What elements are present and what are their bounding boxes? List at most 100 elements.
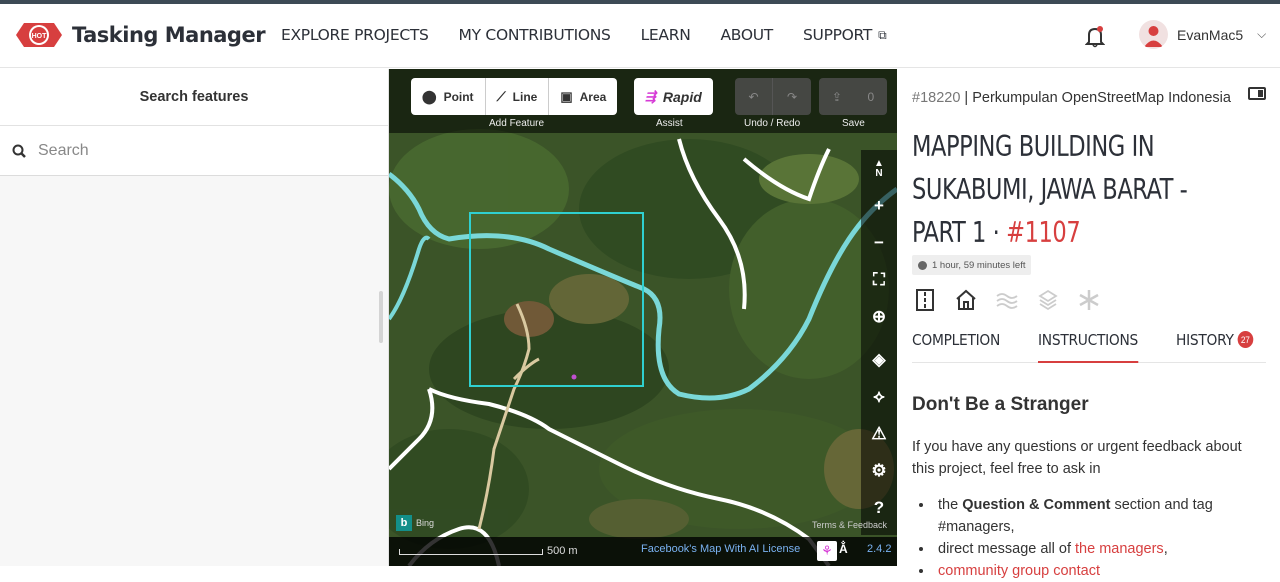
land-use-icon [1038, 289, 1058, 311]
clock-icon [918, 260, 927, 270]
community-group-link[interactable]: community group contact [938, 563, 1100, 579]
user-menu[interactable]: EvanMac5 ⌵ [1139, 20, 1266, 49]
preferences-icon[interactable]: ⚙ [861, 452, 897, 489]
bullet2-post: , [1163, 541, 1168, 557]
ai-license-link[interactable]: Facebook's Map With AI License [641, 543, 800, 555]
undo-icon[interactable]: ↶ [735, 78, 773, 115]
history-count-badge: 27 [1237, 331, 1254, 348]
zoom-to-selection-icon[interactable]: ⛶ [861, 261, 897, 298]
nav-support[interactable]: SUPPORT ⧉ [802, 26, 887, 44]
project-title: MAPPING BUILDING IN SUKABUMI, JAWA BARAT… [912, 125, 1220, 254]
search-box [0, 126, 388, 176]
task-number: #1107 [1006, 216, 1081, 249]
tab-history[interactable]: HISTORY 27 [1176, 331, 1254, 363]
editor-toolbar: ⬤ Point ⟋ Line ▣ Area Add Feature ⇶ Rapid As… [389, 69, 897, 133]
managers-link[interactable]: the managers [1075, 541, 1164, 557]
bing-attribution: b Bing [396, 515, 434, 531]
zoom-out-button[interactable]: − [861, 224, 897, 261]
waterways-icon [996, 293, 1018, 309]
panel-tabs: COMPLETION INSTRUCTIONS HISTORY 27 [912, 331, 1266, 363]
version-label: 2.4.2 [867, 543, 892, 555]
instructions-content: Don't Be a Stranger If you have any ques… [912, 394, 1267, 582]
compass-north-button[interactable]: ▲ N [861, 150, 897, 187]
area-button[interactable]: ▣ Area [549, 78, 617, 115]
chevron-down-icon: ⌵ [1257, 27, 1267, 41]
nav-support-label: SUPPORT [802, 26, 873, 44]
upload-icon: ⇪ [831, 89, 842, 104]
map-data-icon[interactable]: ⟡ [861, 378, 897, 415]
app-name: Tasking Manager [72, 23, 266, 47]
line-button[interactable]: ⟋ Line [486, 78, 550, 115]
scale-bar [399, 549, 543, 555]
feature-search-panel: Search features [0, 69, 389, 566]
svg-text:HOT: HOT [32, 33, 48, 40]
list-item: direct message all of the managers, [934, 538, 1267, 560]
top-navbar: HOT Tasking Manager EXPLORE PROJECTS MY … [0, 4, 1280, 68]
notifications-bell-icon[interactable] [1085, 26, 1105, 48]
map-editor[interactable]: ⬤ Point ⟋ Line ▣ Area Add Feature ⇶ Rapid As… [389, 69, 897, 566]
save-button[interactable]: ⇪ 0 [819, 78, 887, 115]
redo-icon[interactable]: ↷ [773, 78, 811, 115]
rapid-label-wrap: ⇶ Rapid [634, 78, 713, 115]
north-arrow-icon: ▲ [874, 157, 884, 169]
avatar [1139, 20, 1168, 49]
bullet1-bold: Question & Comment [962, 497, 1111, 513]
panel-resize-handle[interactable] [379, 291, 383, 343]
tab-instructions[interactable]: INSTRUCTIONS [1037, 331, 1138, 363]
geolocate-icon[interactable]: ⊕ [861, 298, 897, 335]
rapid-logo-icon: ⚘ [817, 541, 837, 561]
save-inner: ⇪ 0 [819, 78, 887, 115]
layers-icon[interactable]: ◈ [861, 341, 897, 378]
instructions-intro: If you have any questions or urgent feed… [912, 439, 1242, 477]
bullet2-pre: direct message all of [938, 541, 1076, 557]
tab-history-label: HISTORY [1176, 331, 1235, 349]
nav-learn[interactable]: LEARN [641, 26, 691, 44]
point-button[interactable]: ⬤ Point [411, 78, 486, 115]
list-item: community group contact [934, 560, 1267, 582]
scale-label: 500 m [547, 545, 578, 557]
area-label: Area [579, 89, 607, 104]
map-footer: 500 m Facebook's Map With AI License ⚘ A… [389, 537, 897, 566]
expand-panel-icon[interactable] [1248, 87, 1266, 100]
main-nav: EXPLORE PROJECTS MY CONTRIBUTIONS LEARN … [281, 26, 916, 44]
undo-redo-caption: Undo / Redo [744, 118, 801, 129]
username: EvanMac5 [1177, 26, 1244, 43]
add-feature-group: ⬤ Point ⟋ Line ▣ Area [411, 78, 618, 115]
buildings-icon [956, 289, 976, 310]
list-item: the Question & Comment section and tag #… [934, 494, 1267, 538]
hot-logo-icon: HOT [16, 23, 62, 47]
bing-label: Bing [416, 518, 435, 528]
bullet1-pre: the [938, 497, 963, 513]
issues-warning-icon[interactable]: ⚠ [861, 415, 897, 452]
logo[interactable]: HOT Tasking Manager [16, 20, 266, 50]
search-input[interactable] [38, 141, 368, 160]
time-left-text: 1 hour, 59 minutes left [932, 259, 1026, 271]
instructions-heading: Don't Be a Stranger [912, 394, 1089, 415]
roads-icon [916, 289, 934, 311]
organisation-name: Perkumpulan OpenStreetMap Indonesia [972, 90, 1231, 106]
nav-about[interactable]: ABOUT [721, 26, 774, 44]
time-left-badge: 1 hour, 59 minutes left [912, 255, 1032, 275]
map-controls: ▲ N + − ⛶ ⊕ ◈ ⟡ ⚠ ⚙ ? [861, 150, 897, 535]
nav-explore-projects[interactable]: EXPLORE PROJECTS [281, 26, 429, 44]
language-icon[interactable]: A̐ [839, 542, 848, 556]
map-pin-icon: ⬤ [422, 88, 437, 104]
other-icon [1079, 290, 1099, 310]
add-feature-caption: Add Feature [489, 118, 545, 129]
undo-redo-group: ↶ ↷ [735, 78, 811, 115]
north-label: N [875, 167, 883, 179]
project-id[interactable]: #18220 [912, 90, 960, 106]
tab-completion[interactable]: COMPLETION [912, 331, 1000, 363]
point-label: Point [443, 89, 474, 104]
rapid-button[interactable]: ⇶ Rapid [634, 78, 713, 115]
zoom-in-button[interactable]: + [861, 187, 897, 224]
external-link-icon: ⧉ [878, 27, 887, 42]
bing-logo-icon: b [396, 515, 412, 531]
area-icon: ▣ [560, 88, 573, 104]
nav-my-contributions[interactable]: MY CONTRIBUTIONS [459, 26, 611, 44]
terms-link[interactable]: Terms & Feedback [812, 520, 887, 530]
line-icon: ⟋ [496, 88, 506, 104]
rapid-icon: ⇶ [645, 88, 656, 104]
project-org: #18220 | Perkumpulan OpenStreetMap Indon… [912, 90, 1231, 106]
assist-caption: Assist [656, 118, 683, 129]
